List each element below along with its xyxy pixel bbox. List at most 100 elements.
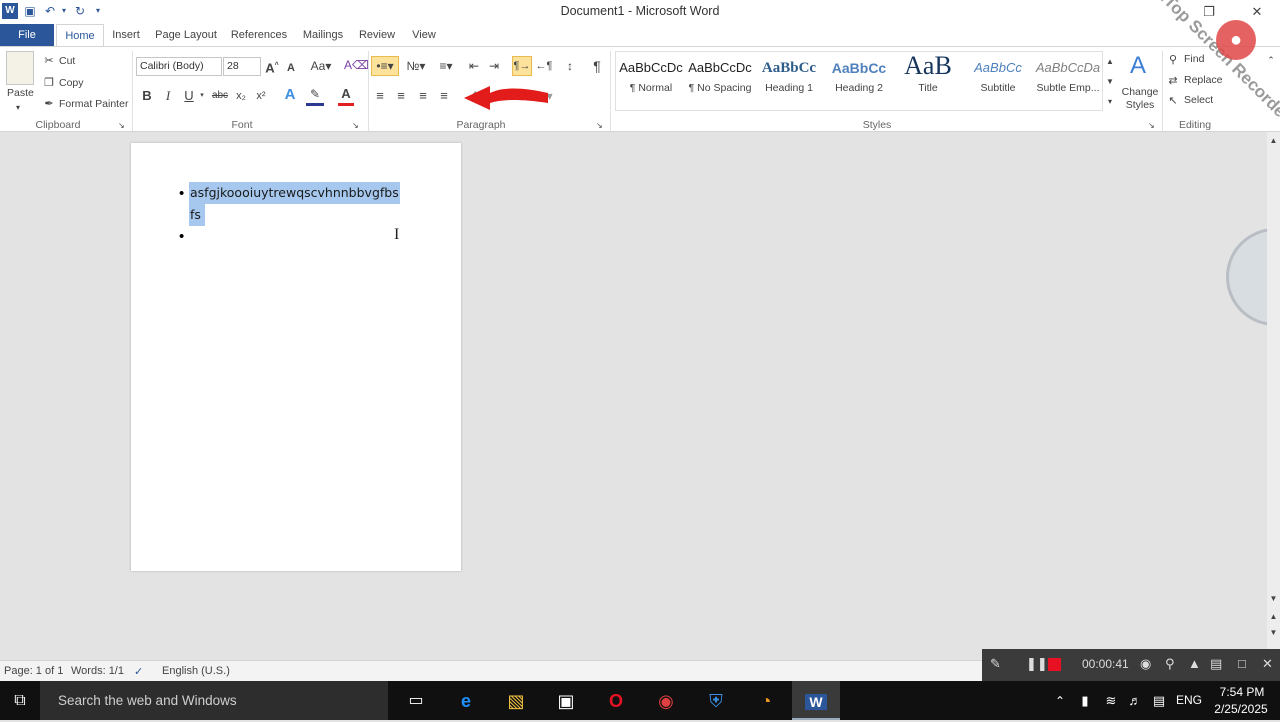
tab-references[interactable]: References [226,24,292,46]
word-taskbar-icon[interactable]: W [792,681,840,720]
paste-icon[interactable] [6,51,34,85]
styles-scroll-down-icon[interactable]: ▼ [1104,73,1116,91]
clear-formatting-icon[interactable]: A⌫ [344,56,369,74]
styles-more-icon[interactable]: ▾ [1104,93,1116,111]
tab-page-layout[interactable]: Page Layout [150,24,222,46]
title-bar: W ▣ ↶ ▾ ↻ ▾ Document1 - Microsoft Word ❐… [0,0,1280,24]
task-view-icon[interactable]: ▭ [392,681,440,720]
style-no-spacing[interactable]: AaBbCcDc ¶ No Spacing [686,53,754,109]
document-page[interactable]: • asfgjkoooiuytrewqscvhnnbbvgfbs fs • [131,143,461,571]
language-indicator[interactable]: English (U.S.) [162,665,230,677]
style-heading-2[interactable]: AaBbCc Heading 2 [825,53,893,109]
proofing-icon[interactable]: ✓ [134,665,143,678]
edit-icon[interactable]: □ [1238,656,1246,671]
tab-view[interactable]: View [404,24,444,46]
copy-button[interactable]: Copy [59,77,84,89]
tab-file[interactable]: File [0,24,54,46]
close-recorder-icon[interactable]: ✕ [1262,656,1273,672]
style-normal[interactable]: AaBbCcDc ¶ Normal [617,53,685,109]
cut-button[interactable]: Cut [59,55,75,67]
style-preview: AaB [904,53,952,79]
italic-button[interactable]: I [161,87,175,105]
start-icon[interactable]: ⧉ [0,681,40,720]
clipboard-launcher-icon[interactable]: ↘ [118,117,125,135]
decrease-indent-icon[interactable]: ⇤ [466,57,482,75]
taskbar-search[interactable]: Search the web and Windows [40,681,388,720]
font-name-combo[interactable]: Calibri (Body) [136,57,222,76]
format-painter-button[interactable]: Format Painter [59,98,128,110]
underline-dropdown-icon[interactable]: ▾ [198,87,206,105]
next-page-icon[interactable]: ▼ [1267,624,1280,642]
screen-recorder-app-icon[interactable]: ◉ [642,681,690,720]
word-count[interactable]: Words: 1/1 [71,665,124,677]
zoom-icon[interactable]: ⚲ [1165,656,1175,672]
camera-icon[interactable]: ◉ [1140,656,1151,672]
change-case-icon[interactable]: Aa▾ [310,57,332,75]
shield-icon[interactable]: ⛨ [692,681,740,720]
store-icon[interactable]: ▣ [542,681,590,720]
stop-icon[interactable] [1048,658,1061,671]
action-center-icon[interactable]: ▤ [1146,681,1172,720]
style-title[interactable]: AaB Title [894,53,962,109]
show-hidden-icons[interactable]: ⌃ [1046,681,1074,720]
ribbon: Paste ▾ ✂ Cut ❐ Copy ✒ Format Painter Cl… [0,46,1280,132]
triangle-icon[interactable]: ▲ [1188,656,1201,671]
style-heading-1[interactable]: AaBbCc Heading 1 [755,53,823,109]
paste-button[interactable]: Paste [7,87,34,99]
edge-icon[interactable]: e [442,681,490,720]
increase-indent-icon[interactable]: ⇥ [486,57,502,75]
clock-time[interactable]: 7:54 PM [1212,685,1272,699]
pen-icon[interactable]: ✎ [990,656,1001,672]
tab-mailings[interactable]: Mailings [296,24,350,46]
text-effects-icon[interactable]: A [280,86,300,104]
underline-button[interactable]: U [182,87,196,105]
tab-review[interactable]: Review [354,24,400,46]
speed-app-icon[interactable]: ◔ [742,681,790,720]
paragraph-launcher-icon[interactable]: ↘ [596,117,603,135]
paste-dropdown-icon[interactable]: ▾ [16,99,20,117]
left-to-right-icon[interactable]: ¶→ [512,56,532,76]
style-subtitle[interactable]: AaBbCc Subtitle [964,53,1032,109]
scroll-down-icon[interactable]: ▼ [1267,590,1280,608]
shrink-font-icon[interactable]: A [284,59,298,77]
message-icon[interactable]: ▤ [1210,656,1222,672]
volume-icon[interactable]: ♬ [1122,681,1148,720]
input-language[interactable]: ENG [1176,693,1202,707]
align-left-icon[interactable]: ≡ [372,87,388,105]
page-count[interactable]: Page: 1 of 1 [4,665,63,677]
grow-font-icon[interactable]: A^ [264,57,280,77]
strikethrough-button[interactable]: abc [210,87,230,105]
bold-button[interactable]: B [140,87,154,105]
multilevel-list-button[interactable]: ≡▾ [432,57,460,75]
align-right-icon[interactable]: ≡ [415,87,431,105]
style-label: Subtitle [980,82,1016,94]
wifi-icon[interactable]: ≋ [1098,681,1124,720]
list-item-text-wrap[interactable]: fs [189,204,205,226]
font-size-combo[interactable]: 28 [223,57,261,76]
tab-home[interactable]: Home [56,24,104,46]
bullets-button[interactable]: •≡▾ [371,56,399,76]
sort-icon[interactable]: ↕ [562,57,578,75]
font-launcher-icon[interactable]: ↘ [352,117,359,135]
numbering-button[interactable]: №▾ [402,57,430,75]
scroll-up-icon[interactable]: ▲ [1267,132,1280,150]
file-explorer-icon[interactable]: ▧ [492,681,540,720]
align-center-icon[interactable]: ≡ [393,87,409,105]
font-color-icon[interactable]: A [338,85,354,106]
opera-icon[interactable]: O [592,681,640,720]
right-to-left-icon[interactable]: ←¶ [535,57,553,75]
superscript-button[interactable]: x² [253,87,269,105]
style-subtle-emphasis[interactable]: AaBbCcDa Subtle Emp... [1034,53,1102,109]
styles-scroll-up-icon[interactable]: ▲ [1104,53,1116,71]
highlight-color-icon[interactable]: ✎ [306,85,324,106]
battery-icon[interactable]: ▮ [1072,681,1098,720]
subscript-button[interactable]: x₂ [233,87,249,105]
clock-date[interactable]: 2/25/2025 [1208,702,1274,716]
vertical-scrollbar[interactable]: ▲ ▼ ▲ ▼ [1267,132,1280,660]
tab-insert[interactable]: Insert [106,24,146,46]
justify-icon[interactable]: ≡ [436,87,452,105]
show-hide-marks-button[interactable]: ¶ [589,57,605,75]
list-item-text[interactable]: asfgjkoooiuytrewqscvhnnbbvgfbs [189,182,400,204]
style-preview: AaBbCc [974,60,1022,75]
pause-icon[interactable]: ❚❚ [1026,656,1048,672]
